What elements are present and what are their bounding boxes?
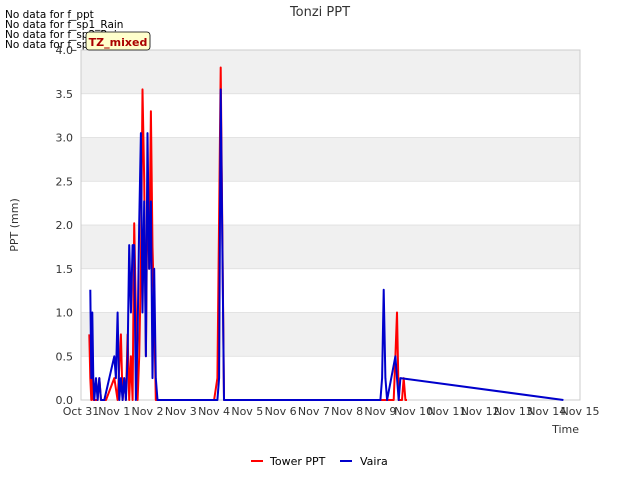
y-axis-label: PPT (mm) [8,198,21,252]
y-tick-label: 3.0 [56,132,74,145]
y-tick-label: 1.5 [56,263,74,276]
badge: TZ_mixed [85,31,151,51]
y-tick-label: 2.5 [56,175,74,188]
x-tick-label: Nov 2 [132,405,164,418]
x-axis-label: Time [551,423,579,436]
x-tick-label: Nov 8 [331,405,363,418]
x-tick-label: Nov 5 [231,405,263,418]
x-tick-label: Nov 6 [265,405,297,418]
x-axis-ticks: Oct 31 Nov 1 Nov 2 Nov 3 Nov 4 Nov 5 Nov 6 Nov … [63,405,600,418]
badge-label: TZ_mixed [89,36,148,49]
background-bands [81,50,580,357]
x-tick-label: Nov 15 [561,405,600,418]
y-tick-label: 0.0 [56,394,74,407]
y-tick-label: 1.0 [56,307,74,320]
y-tick-label: 0.5 [56,350,74,363]
legend: Tower PPT Vaira [251,455,388,468]
y-tick-label: 3.5 [56,88,74,101]
x-tick-label: Nov 1 [98,405,130,418]
x-tick-label: Nov 9 [364,405,396,418]
chart-title: Tonzi PPT [289,5,350,20]
y-tick-label: 2.0 [56,219,74,232]
y-axis-ticks: 0.0 0.5 1.0 1.5 2.0 2.5 3.0 3.5 4.0 [56,44,74,407]
background-band [81,50,580,94]
y-tick-label: 4.0 [56,44,74,57]
legend-label-tower: Tower PPT [269,455,326,468]
background-band [81,225,580,269]
x-tick-label: Nov 4 [198,405,230,418]
legend-label-vaira: Vaira [360,455,388,468]
background-band [81,137,580,182]
x-tick-label: Nov 7 [298,405,330,418]
x-tick-label: Nov 3 [165,405,197,418]
ppt-chart: Oct 31 Nov 1 Nov 2 Nov 3 Nov 4 Nov 5 Nov 6 Nov … [8,5,600,468]
